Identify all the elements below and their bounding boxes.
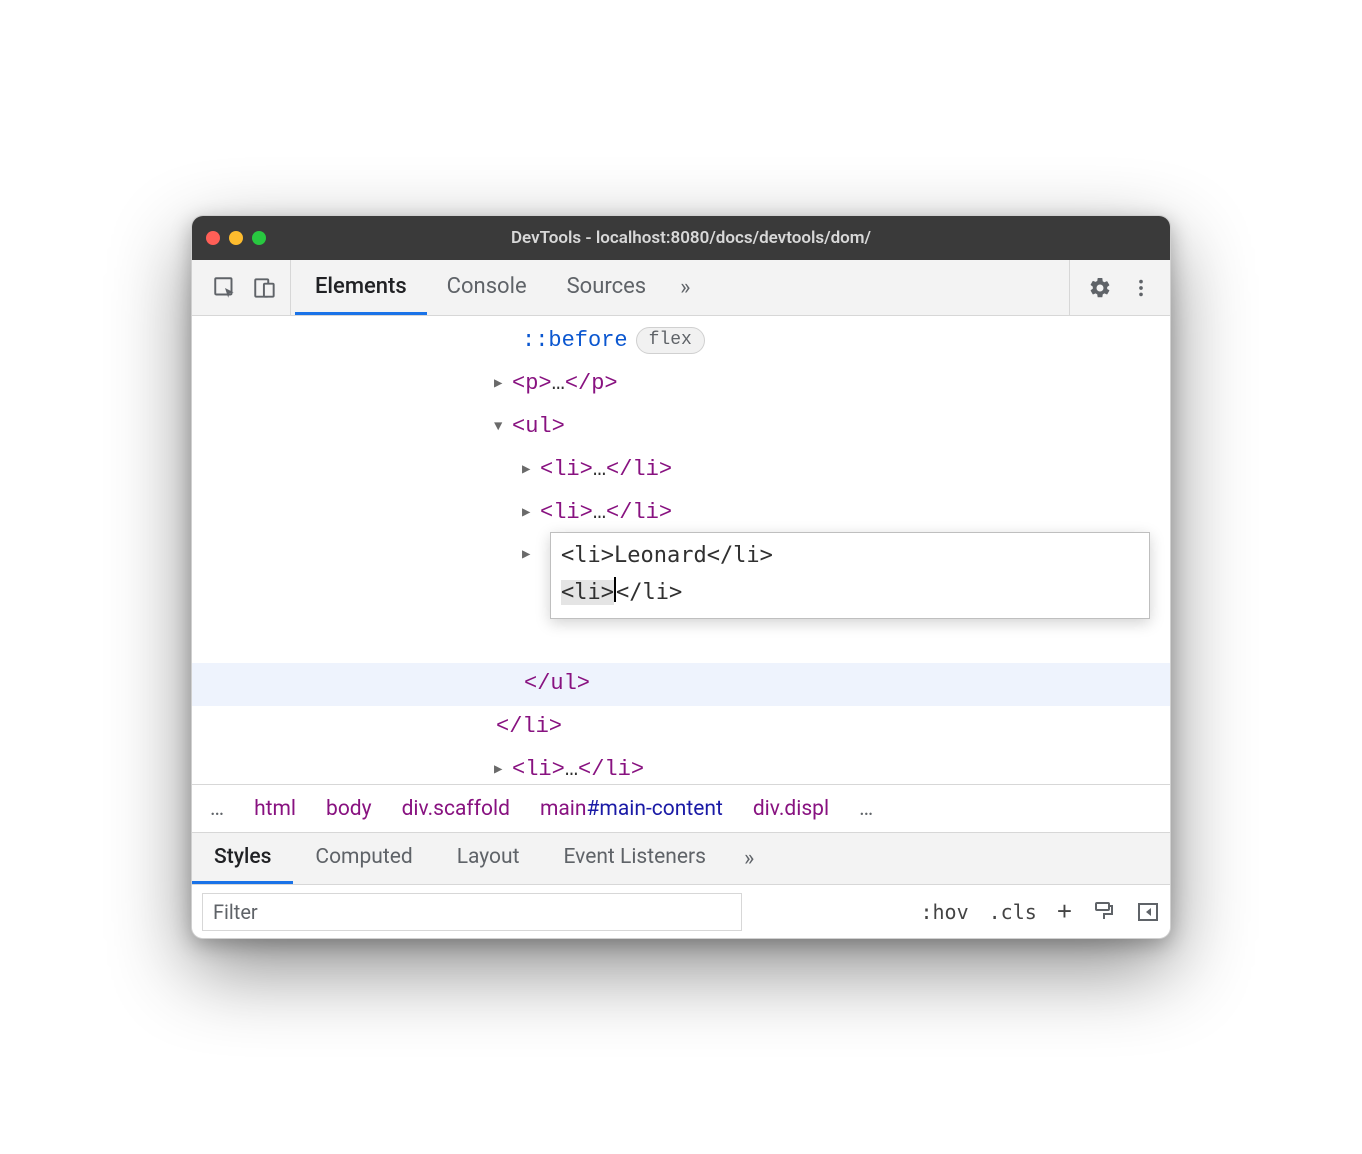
edit-line-2[interactable]: <li></li> <box>561 574 1139 611</box>
main-panel-tabs: Elements Console Sources » <box>291 260 1069 315</box>
tab-elements[interactable]: Elements <box>295 260 427 315</box>
dom-node-li-close[interactable]: </li> <box>192 706 1170 749</box>
breadcrumb-item-div-displ[interactable]: div.displ <box>753 797 829 821</box>
dom-node-ul[interactable]: ▼<ul> <box>192 406 1170 449</box>
window-title: DevTools - localhost:8080/docs/devtools/… <box>286 228 1096 248</box>
tab-console[interactable]: Console <box>427 260 547 315</box>
new-style-rule-button[interactable]: + <box>1057 896 1072 927</box>
inspect-element-icon[interactable] <box>212 275 238 301</box>
expand-arrow-icon[interactable]: ▶ <box>522 542 540 569</box>
cls-toggle-button[interactable]: .cls <box>989 900 1037 924</box>
close-window-button[interactable] <box>206 231 220 245</box>
paint-icon[interactable] <box>1092 900 1116 924</box>
dom-breadcrumb[interactable]: … html body div.scaffold main#main-conte… <box>192 784 1170 832</box>
traffic-lights <box>206 231 266 245</box>
dom-node-ul-close[interactable]: </ul> <box>192 663 1170 706</box>
hov-toggle-button[interactable]: :hov <box>920 900 968 924</box>
edit-line-1[interactable]: <li>Leonard</li> <box>561 537 1139 574</box>
styles-filter-bar: Filter :hov .cls + <box>192 884 1170 938</box>
subtab-computed[interactable]: Computed <box>293 833 434 884</box>
flex-badge[interactable]: flex <box>636 327 705 354</box>
expand-arrow-icon[interactable]: ▶ <box>522 457 540 484</box>
subtab-styles[interactable]: Styles <box>192 833 293 884</box>
styles-toolbar-buttons: :hov .cls + <box>920 896 1160 927</box>
expand-arrow-icon[interactable]: ▶ <box>494 757 512 784</box>
dom-node-li[interactable]: ▶<li>…</li> <box>192 449 1170 492</box>
window-titlebar: DevTools - localhost:8080/docs/devtools/… <box>192 216 1170 260</box>
collapse-arrow-icon[interactable]: ▼ <box>494 414 512 441</box>
breadcrumb-ellipsis-left[interactable]: … <box>210 797 224 821</box>
styles-filter-input[interactable]: Filter <box>202 893 742 931</box>
styles-panel-tabs: Styles Computed Layout Event Listeners » <box>192 832 1170 884</box>
main-toolbar: Elements Console Sources » <box>192 260 1170 316</box>
subtab-layout[interactable]: Layout <box>435 833 542 884</box>
subtab-event-listeners[interactable]: Event Listeners <box>541 833 727 884</box>
kebab-menu-icon[interactable] <box>1130 277 1152 299</box>
dom-pseudo-before[interactable]: ::beforeflex <box>192 320 1170 363</box>
gear-icon[interactable] <box>1088 276 1112 300</box>
dom-node-li[interactable]: ▶<li>…</li> <box>192 492 1170 535</box>
breadcrumb-item-html[interactable]: html <box>254 797 296 821</box>
minimize-window-button[interactable] <box>229 231 243 245</box>
toolbar-left-icons <box>200 260 291 315</box>
devtools-window: DevTools - localhost:8080/docs/devtools/… <box>191 215 1171 939</box>
breadcrumb-item-main[interactable]: main#main-content <box>540 797 723 821</box>
dom-node-li[interactable]: ▶<li>…</li> <box>192 749 1170 784</box>
subtabs-overflow-button[interactable]: » <box>728 833 770 884</box>
device-toggle-icon[interactable] <box>252 275 278 301</box>
elements-dom-tree[interactable]: ::beforeflex ▶<p>…</p> ▼<ul> ▶<li>…</li>… <box>192 316 1170 784</box>
tab-sources[interactable]: Sources <box>547 260 667 315</box>
computed-panel-toggle-icon[interactable] <box>1136 900 1160 924</box>
breadcrumb-item-body[interactable]: body <box>326 797 372 821</box>
html-edit-box[interactable]: <li>Leonard</li> <li></li> <box>550 532 1150 619</box>
toolbar-right-icons <box>1069 260 1162 315</box>
breadcrumb-item-div-scaffold[interactable]: div.scaffold <box>402 797 510 821</box>
expand-arrow-icon[interactable]: ▶ <box>522 500 540 527</box>
dom-node-p[interactable]: ▶<p>…</p> <box>192 363 1170 406</box>
expand-arrow-icon[interactable]: ▶ <box>494 371 512 398</box>
breadcrumb-ellipsis-right[interactable]: … <box>859 797 873 821</box>
zoom-window-button[interactable] <box>252 231 266 245</box>
tabs-overflow-button[interactable]: » <box>666 260 704 315</box>
